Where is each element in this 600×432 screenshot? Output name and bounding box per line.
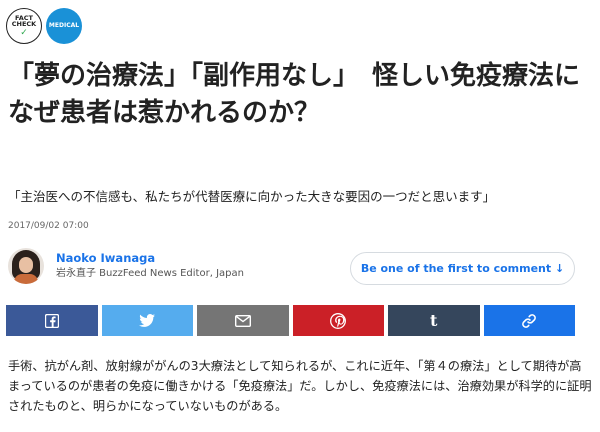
pinterest-icon (330, 312, 347, 329)
author-name[interactable]: Naoko Iwanaga (56, 250, 244, 266)
article-subtitle: 「主治医への不信感も、私たちが代替医療に向かった大きな要因の一つだと思います」 (8, 189, 496, 204)
check-icon: ✓ (20, 27, 28, 38)
medical-badge: MEDICAL (46, 8, 82, 44)
tumblr-icon: t (430, 311, 438, 330)
share-bar: t (6, 305, 575, 336)
share-email-button[interactable] (197, 305, 289, 336)
share-facebook-button[interactable] (6, 305, 98, 336)
share-twitter-button[interactable] (101, 305, 193, 336)
fact-check-badge: FACT CHECK ✓ (6, 8, 42, 44)
comment-button[interactable]: Be one of the first to comment ↓ (350, 252, 575, 285)
twitter-icon (139, 314, 156, 327)
avatar[interactable] (8, 248, 44, 284)
publish-date: 2017/09/02 07:00 (8, 221, 89, 231)
article-title: 「夢の治療法」「副作用なし」 怪しい免疫療法になぜ患者は惹かれるのか？ (8, 61, 581, 128)
share-pinterest-button[interactable] (292, 305, 384, 336)
author-block: Naoko Iwanaga 岩永直子 BuzzFeed News Editor,… (8, 248, 244, 284)
article-body: 手術、抗がん剤、放射線ががんの3大療法として知られるが、これに近年、「第４の療法… (8, 359, 592, 413)
badges: FACT CHECK ✓ MEDICAL (6, 8, 82, 44)
medical-label: MEDICAL (48, 22, 80, 29)
facebook-icon (44, 313, 59, 328)
fact-check-label-2: CHECK (11, 20, 37, 28)
share-tumblr-button[interactable]: t (388, 305, 480, 336)
share-link-button[interactable] (483, 305, 575, 336)
author-role: 岩永直子 BuzzFeed News Editor, Japan (56, 268, 244, 279)
link-icon (521, 313, 537, 329)
mail-icon (234, 314, 251, 327)
